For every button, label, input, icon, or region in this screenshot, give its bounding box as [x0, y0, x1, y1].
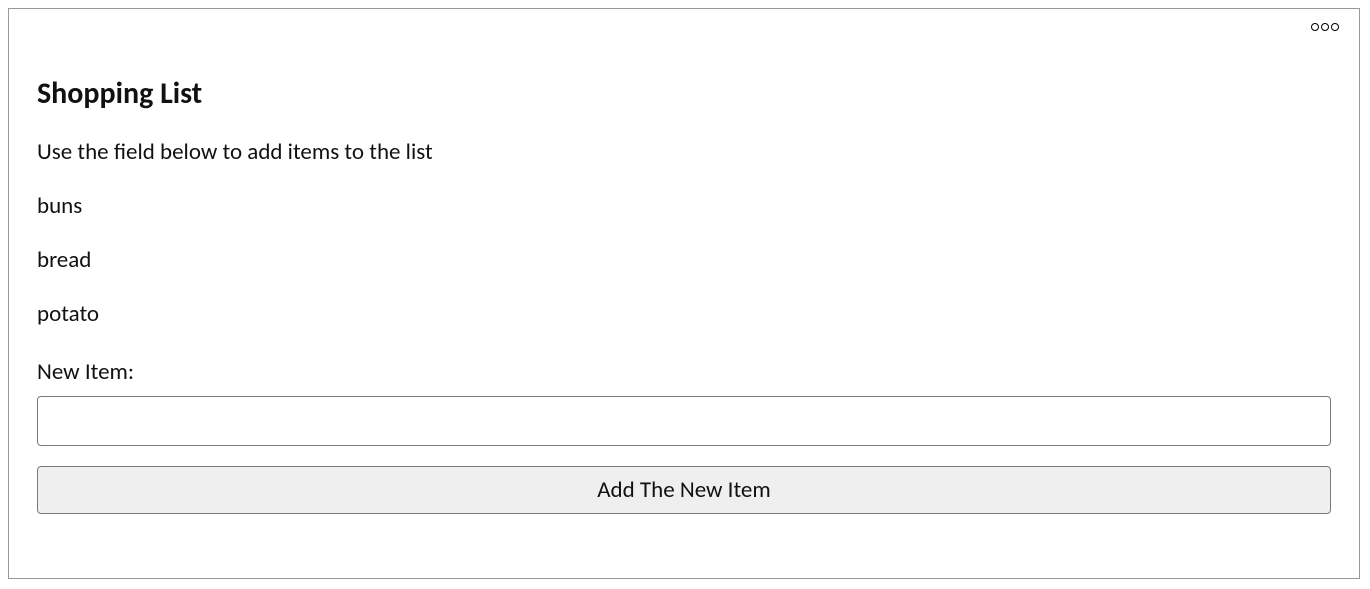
- item-list: buns bread potato: [37, 192, 1331, 328]
- card-subtitle: Use the field below to add items to the …: [37, 138, 1331, 166]
- new-item-input[interactable]: [37, 396, 1331, 446]
- card-title: Shopping List: [37, 75, 1331, 112]
- list-item: bread: [37, 246, 1331, 274]
- add-item-button[interactable]: Add The New Item: [37, 466, 1331, 514]
- list-item: buns: [37, 192, 1331, 220]
- shopping-list-card: Shopping List Use the field below to add…: [8, 8, 1360, 579]
- new-item-label: New Item:: [37, 358, 1331, 386]
- list-item: potato: [37, 300, 1331, 328]
- more-options-icon[interactable]: [1311, 23, 1339, 31]
